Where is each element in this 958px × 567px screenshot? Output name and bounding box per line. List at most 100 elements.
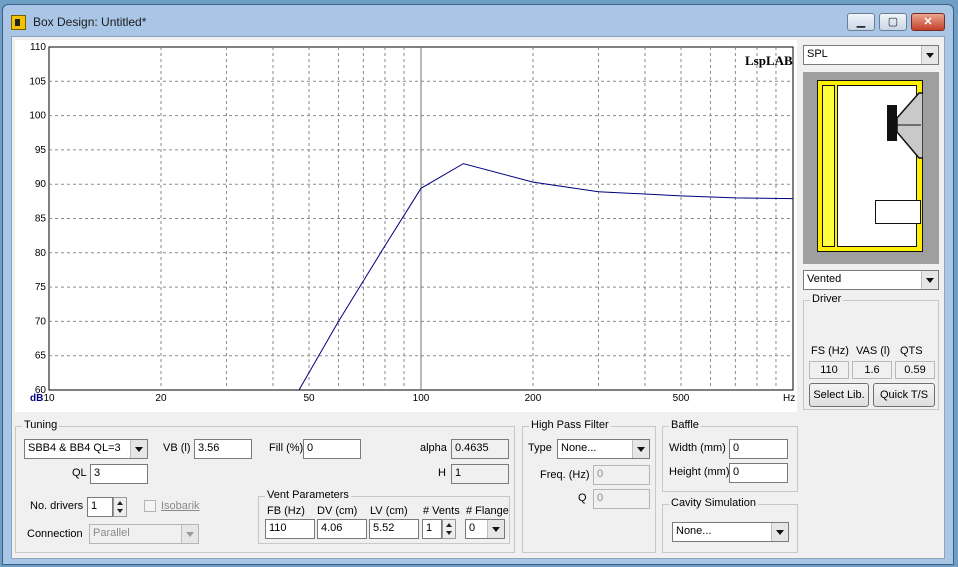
window-title: Box Design: Untitled* — [33, 15, 147, 29]
fb-input[interactable]: 110 — [265, 519, 315, 539]
hpf-group-label: High Pass Filter — [529, 419, 611, 431]
ql-input[interactable]: 3 — [90, 464, 148, 484]
box-type-select[interactable]: Vented — [803, 270, 939, 290]
minimize-button[interactable]: ▁ — [847, 13, 875, 31]
flange-value: 0 — [469, 522, 476, 534]
fb-label: FB (Hz) — [267, 505, 305, 517]
graph-select-value: SPL — [807, 48, 828, 60]
maximize-icon: ▢ — [887, 16, 899, 28]
cavity-value: None... — [676, 525, 712, 537]
baffle-width-input[interactable]: 0 — [729, 439, 788, 459]
lv-input[interactable]: 5.52 — [369, 519, 419, 539]
y-tick-label: 80 — [35, 248, 47, 259]
chevron-down-icon — [181, 525, 198, 543]
app-speaker-icon — [11, 15, 26, 30]
box-type-value: Vented — [807, 273, 842, 285]
x-tick-label: 100 — [413, 393, 430, 404]
connection-label: Connection — [27, 528, 83, 540]
fill-input[interactable]: 0 — [303, 439, 361, 459]
y-tick-label: 100 — [29, 111, 46, 122]
hpf-type-select[interactable]: None... — [557, 439, 650, 459]
vent-group-label: Vent Parameters — [265, 489, 351, 501]
hpf-q-label: Q — [578, 492, 587, 504]
close-button[interactable]: ✕ — [911, 13, 945, 31]
h-value: 1 — [451, 464, 509, 484]
vas-value: 1.6 — [852, 361, 892, 379]
connection-value: Parallel — [93, 527, 130, 539]
y-tick-label: 65 — [35, 351, 47, 362]
box-diagram — [803, 72, 939, 264]
hpf-freq-label: Freq. (Hz) — [540, 469, 590, 481]
y-tick-label: 110 — [30, 42, 46, 53]
title-bar[interactable]: Box Design: Untitled* ▁ ▢ ✕ — [3, 5, 953, 39]
vb-label: VB (l) — [163, 442, 191, 454]
x-tick-label: 20 — [155, 393, 167, 404]
vent-port — [875, 200, 921, 224]
drivers-label: No. drivers — [30, 500, 84, 512]
x-tick-label: 200 — [525, 393, 542, 404]
vents-input[interactable]: 1 — [422, 519, 442, 539]
alpha-label: alpha — [420, 442, 447, 454]
driver-group: Driver FS (Hz) VAS (l) QTS 110 1.6 0.59 … — [803, 293, 939, 410]
y-tick-label: 85 — [35, 214, 47, 225]
dv-label: DV (cm) — [317, 505, 358, 517]
y-tick-label: 70 — [35, 316, 47, 327]
x-axis-unit-label: Hz — [783, 393, 795, 404]
vas-label: VAS (l) — [856, 345, 891, 357]
vents-spinner[interactable] — [442, 519, 456, 539]
maximize-button[interactable]: ▢ — [879, 13, 907, 31]
tuning-group-label: Tuning — [22, 419, 60, 431]
cavity-select[interactable]: None... — [672, 522, 789, 542]
drivers-input[interactable]: 1 — [87, 497, 113, 517]
alignment-value: SBB4 & BB4 QL=3 — [28, 442, 121, 454]
vents-label: # Vents — [423, 505, 460, 517]
hpf-type-value: None... — [561, 442, 597, 454]
y-tick-label: 75 — [35, 282, 47, 293]
alignment-select[interactable]: SBB4 & BB4 QL=3 — [24, 439, 148, 459]
hpf-type-label: Type — [528, 442, 552, 454]
select-lib-button[interactable]: Select Lib. — [809, 383, 869, 407]
isobarik-checkbox[interactable] — [144, 500, 156, 512]
chevron-down-icon — [130, 440, 147, 458]
graph-select[interactable]: SPL — [803, 45, 939, 65]
connection-select[interactable]: Parallel — [89, 524, 199, 544]
spl-chart[interactable]: 6065707580859095100105110 10 20 50 100 200 50… — [15, 40, 797, 412]
damping-material — [822, 85, 835, 247]
lsplab-brand: LspLAB — [745, 53, 793, 68]
flange-label: # Flange — [466, 505, 509, 517]
baffle-height-label: Height (mm) — [669, 466, 730, 478]
hpf-freq-input[interactable]: 0 — [593, 465, 650, 485]
quick-ts-button[interactable]: Quick T/S — [873, 383, 935, 407]
fs-label: FS (Hz) — [811, 345, 849, 357]
fs-value: 110 — [809, 361, 849, 379]
drivers-spinner[interactable] — [113, 497, 127, 517]
flange-select[interactable]: 0 — [465, 519, 505, 539]
isobarik-label: Isobarik — [161, 500, 200, 512]
client-area: 60 65 70 75 80 85 90 95 100 105 110 10 20 50 100 200 50… — [11, 36, 945, 559]
chevron-down-icon — [771, 523, 788, 541]
y-tick-label: 95 — [35, 145, 47, 156]
chevron-down-icon — [921, 46, 938, 64]
vb-input[interactable]: 3.56 — [194, 439, 252, 459]
qts-label: QTS — [900, 345, 923, 357]
driver-group-label: Driver — [810, 293, 844, 305]
lv-label: LV (cm) — [370, 505, 408, 517]
ql-label: QL — [72, 467, 87, 479]
driver-cone-icon — [896, 92, 923, 159]
x-tick-label: 50 — [303, 393, 315, 404]
chevron-down-icon — [487, 520, 504, 538]
box-design-window: Box Design: Untitled* ▁ ▢ ✕ 60 65 70 75 80 85… — [2, 4, 954, 565]
chevron-down-icon — [632, 440, 649, 458]
baffle-group-label: Baffle — [669, 419, 701, 431]
chevron-down-icon — [921, 271, 938, 289]
y-tick-label: 105 — [29, 76, 46, 87]
hpf-q-input[interactable]: 0 — [593, 489, 650, 509]
cavity-group-label: Cavity Simulation — [669, 497, 758, 509]
x-tick-label: 500 — [673, 393, 690, 404]
fill-label: Fill (%) — [269, 442, 304, 454]
x-tick-label: 10 — [43, 393, 55, 404]
baffle-height-input[interactable]: 0 — [729, 463, 788, 483]
dv-input[interactable]: 4.06 — [317, 519, 367, 539]
minimize-icon: ▁ — [856, 16, 866, 28]
qts-value: 0.59 — [895, 361, 935, 379]
